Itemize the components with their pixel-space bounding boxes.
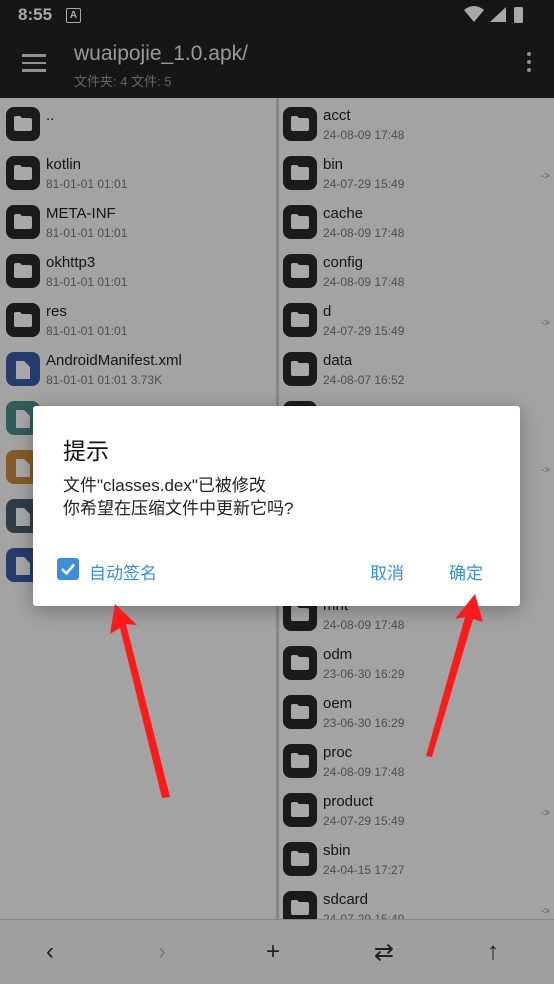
red-arrow-ok xyxy=(426,594,483,757)
annotation-arrows xyxy=(110,594,483,798)
red-arrow-checkbox xyxy=(110,604,170,798)
